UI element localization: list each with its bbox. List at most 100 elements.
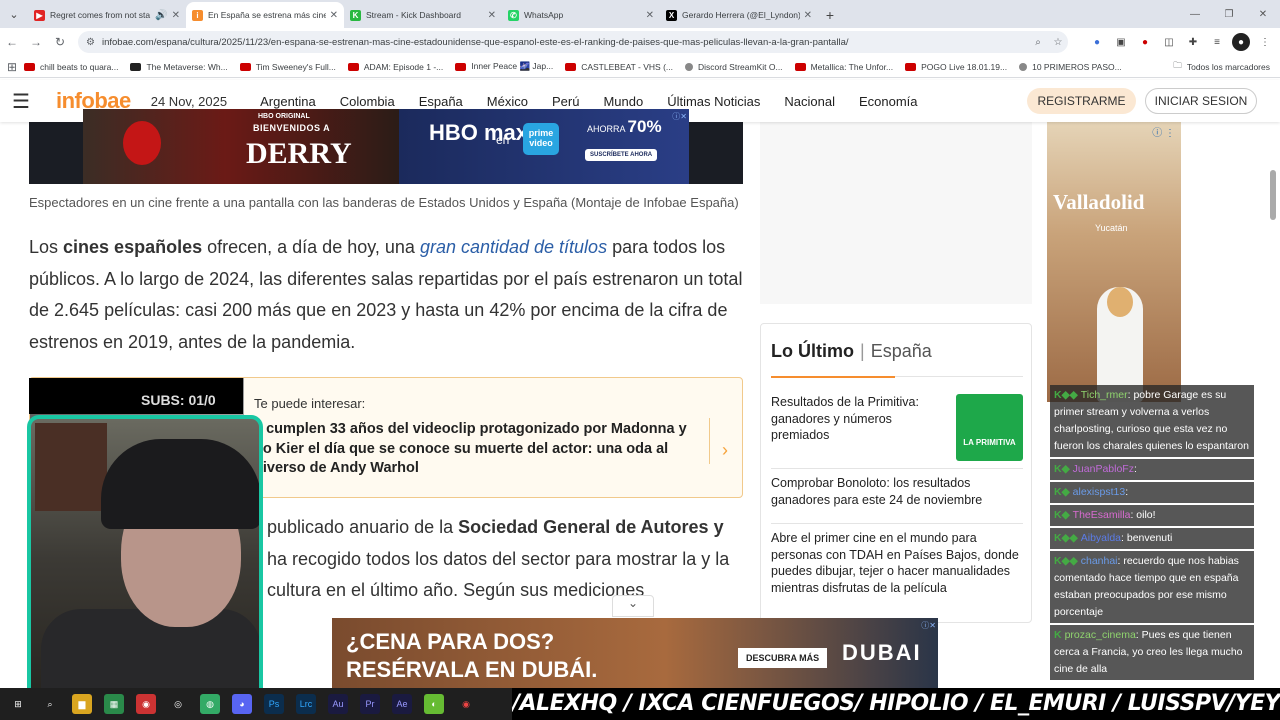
bookmark-item[interactable]: Metallica: The Unfor...: [794, 62, 893, 72]
extension-icon[interactable]: ●: [1136, 33, 1154, 51]
extension-icon[interactable]: ▣: [1112, 33, 1130, 51]
tab-search-icon[interactable]: ⌄: [0, 0, 28, 28]
browser-tab-0[interactable]: ▶ Regret comes from not sta 🔊 ✕: [28, 2, 186, 28]
related-title[interactable]: e cumplen 33 años del videoclip protagon…: [254, 420, 694, 479]
browser-tab-3[interactable]: ✆ WhatsApp ✕: [502, 2, 660, 28]
nav-link-nacional[interactable]: Nacional: [784, 94, 835, 109]
collapse-ad-button[interactable]: ⌄: [612, 595, 654, 617]
ad-text: BIENVENIDOS A: [253, 123, 331, 133]
search-icon[interactable]: ⌕: [40, 694, 60, 714]
subscribe-button[interactable]: SUSCRÍBETE AHORA: [585, 149, 658, 161]
chat-message: Kprozac_cinema: Pues es que tienen cerca…: [1050, 625, 1254, 680]
bookmark-item[interactable]: Tim Sweeney's Full...: [239, 62, 336, 72]
close-tab-icon[interactable]: ✕: [488, 10, 496, 21]
bookmark-item[interactable]: POGO Live 18.01.19...: [905, 62, 1007, 72]
valladolid-ad[interactable]: ⓘ ⋮ Valladolid Yucatán: [1047, 122, 1181, 402]
bookmarks-bar: ⊞ chill beats to quara... The Metaverse:…: [0, 56, 1280, 78]
reload-icon[interactable]: ↻: [48, 35, 72, 49]
all-bookmarks[interactable]: 🗀 Todos los marcadores: [1173, 60, 1270, 74]
browser-toolbar: ← → ↻ ⚙ infobae.com/espana/cultura/2025/…: [0, 28, 1280, 56]
app-icon[interactable]: ▦: [104, 694, 124, 714]
close-window-icon[interactable]: ✕: [1246, 9, 1280, 20]
chat-message: K◆◆ Aibyalda: benvenuti: [1050, 528, 1254, 549]
zoom-icon[interactable]: ⌕: [1028, 37, 1048, 48]
latest-item[interactable]: Abre el primer cine en el mundo para per…: [771, 530, 1021, 596]
new-tab-button[interactable]: +: [818, 2, 842, 28]
latest-item[interactable]: Resultados de la Primitiva: ganadores y …: [771, 394, 946, 444]
audio-icon[interactable]: 🔊: [155, 10, 167, 21]
file-explorer-icon[interactable]: ▆: [72, 694, 92, 714]
bookmark-item[interactable]: chill beats to quara...: [24, 62, 118, 72]
profile-avatar[interactable]: ●: [1232, 33, 1250, 51]
nav-link-economia[interactable]: Economía: [859, 94, 918, 109]
bookmark-item[interactable]: ADAM: Episode 1 -...: [347, 62, 443, 72]
premiere-icon[interactable]: Pr: [360, 694, 380, 714]
badge-icons: K◆: [1054, 463, 1070, 475]
lightroom-icon[interactable]: Lrc: [296, 694, 316, 714]
register-button[interactable]: REGISTRARME: [1027, 88, 1136, 114]
bookmark-item[interactable]: CASTLEBEAT - VHS (...: [565, 62, 673, 72]
ad-text: en: [496, 133, 510, 147]
start-icon[interactable]: ⊞: [8, 694, 28, 714]
hamburger-menu-icon[interactable]: ☰: [12, 89, 38, 114]
nav-link-espana[interactable]: España: [419, 94, 463, 109]
audition-icon[interactable]: Au: [328, 694, 348, 714]
hbo-banner-ad[interactable]: HBO ORIGINAL BIENVENIDOS A DERRY HBO max…: [83, 109, 689, 184]
latest-header: Lo Último | España: [771, 341, 932, 361]
latest-item[interactable]: Comprobar Bonoloto: los resultados ganad…: [771, 475, 1011, 508]
obs-icon[interactable]: ◎: [168, 694, 188, 714]
ad-choices-icon[interactable]: ⓘ✕: [921, 620, 936, 631]
nav-link-peru[interactable]: Perú: [552, 94, 579, 109]
bookmark-star-icon[interactable]: ☆: [1048, 37, 1068, 48]
menu-kebab-icon[interactable]: ⋮: [1256, 33, 1274, 51]
app-icon[interactable]: ◍: [200, 694, 220, 714]
address-bar[interactable]: ⚙ infobae.com/espana/cultura/2025/11/23/…: [78, 31, 1068, 53]
bookmark-item[interactable]: 10 PRIMEROS PASO...: [1019, 62, 1122, 72]
close-tab-icon[interactable]: ✕: [330, 10, 338, 21]
dubai-ad[interactable]: ¿CENA PARA DOS? RESÉRVALA EN DUBÁI. DESCU…: [332, 618, 938, 698]
bookmark-item[interactable]: The Metaverse: Wh...: [130, 62, 228, 72]
app-icon[interactable]: ◉: [456, 694, 476, 714]
extension-icon[interactable]: ●: [1088, 33, 1106, 51]
tab-title: WhatsApp: [524, 10, 564, 20]
page-scrollbar[interactable]: [1270, 170, 1276, 220]
browser-tab-1[interactable]: i En España se estrena más cine ✕: [186, 2, 344, 28]
close-tab-icon[interactable]: ✕: [646, 10, 654, 21]
login-button[interactable]: INICIAR SESION: [1145, 88, 1257, 114]
media-icon[interactable]: ≡: [1208, 33, 1226, 51]
badge-icons: K◆: [1054, 509, 1070, 521]
after-effects-icon[interactable]: Ae: [392, 694, 412, 714]
ad-info-icon[interactable]: ⓘ ⋮: [1152, 124, 1175, 139]
app-icon[interactable]: ◐: [424, 694, 444, 714]
close-tab-icon[interactable]: ✕: [804, 10, 812, 21]
discord-icon[interactable]: ◕: [232, 694, 252, 714]
forward-icon[interactable]: →: [24, 35, 48, 49]
tab-title: Gerardo Herrera (@El_Lyndon): [682, 10, 800, 20]
back-icon[interactable]: ←: [0, 35, 24, 49]
badge-icons: K◆◆: [1054, 555, 1078, 567]
hbomax-logo: HBO max: [429, 120, 529, 145]
restore-icon[interactable]: ❐: [1212, 9, 1246, 20]
nav-link-argentina[interactable]: Argentina: [260, 94, 316, 109]
puzzle-icon[interactable]: ✚: [1184, 33, 1202, 51]
browser-tab-2[interactable]: K Stream - Kick Dashboard ✕: [344, 2, 502, 28]
bookmark-item[interactable]: Discord StreamKit O...: [685, 62, 783, 72]
ad-choices-icon[interactable]: ⓘ✕: [672, 111, 687, 122]
photoshop-icon[interactable]: Ps: [264, 694, 284, 714]
extension-icon[interactable]: ◫: [1160, 33, 1178, 51]
close-tab-icon[interactable]: ✕: [172, 10, 180, 21]
nav-link-colombia[interactable]: Colombia: [340, 94, 395, 109]
nav-link-mundo[interactable]: Mundo: [603, 94, 643, 109]
inline-link[interactable]: gran cantidad de títulos: [420, 237, 607, 257]
minimize-icon[interactable]: —: [1178, 9, 1212, 20]
nav-link-ultimas[interactable]: Últimas Noticias: [667, 94, 760, 109]
primitiva-thumbnail[interactable]: LA PRIMITIVA: [956, 394, 1023, 461]
site-info-icon[interactable]: ⚙: [86, 37, 95, 48]
nav-link-mexico[interactable]: México: [487, 94, 528, 109]
apps-grid-icon[interactable]: ⊞: [0, 60, 24, 74]
bookmark-item[interactable]: Inner Peace 🌌 Jap...: [455, 61, 553, 72]
chrome-icon[interactable]: ◉: [136, 694, 156, 714]
browser-tab-4[interactable]: X Gerardo Herrera (@El_Lyndon) ✕: [660, 2, 818, 28]
ad-cta-button[interactable]: DESCUBRA MÁS: [738, 648, 828, 668]
chevron-right-icon[interactable]: ›: [722, 440, 728, 461]
